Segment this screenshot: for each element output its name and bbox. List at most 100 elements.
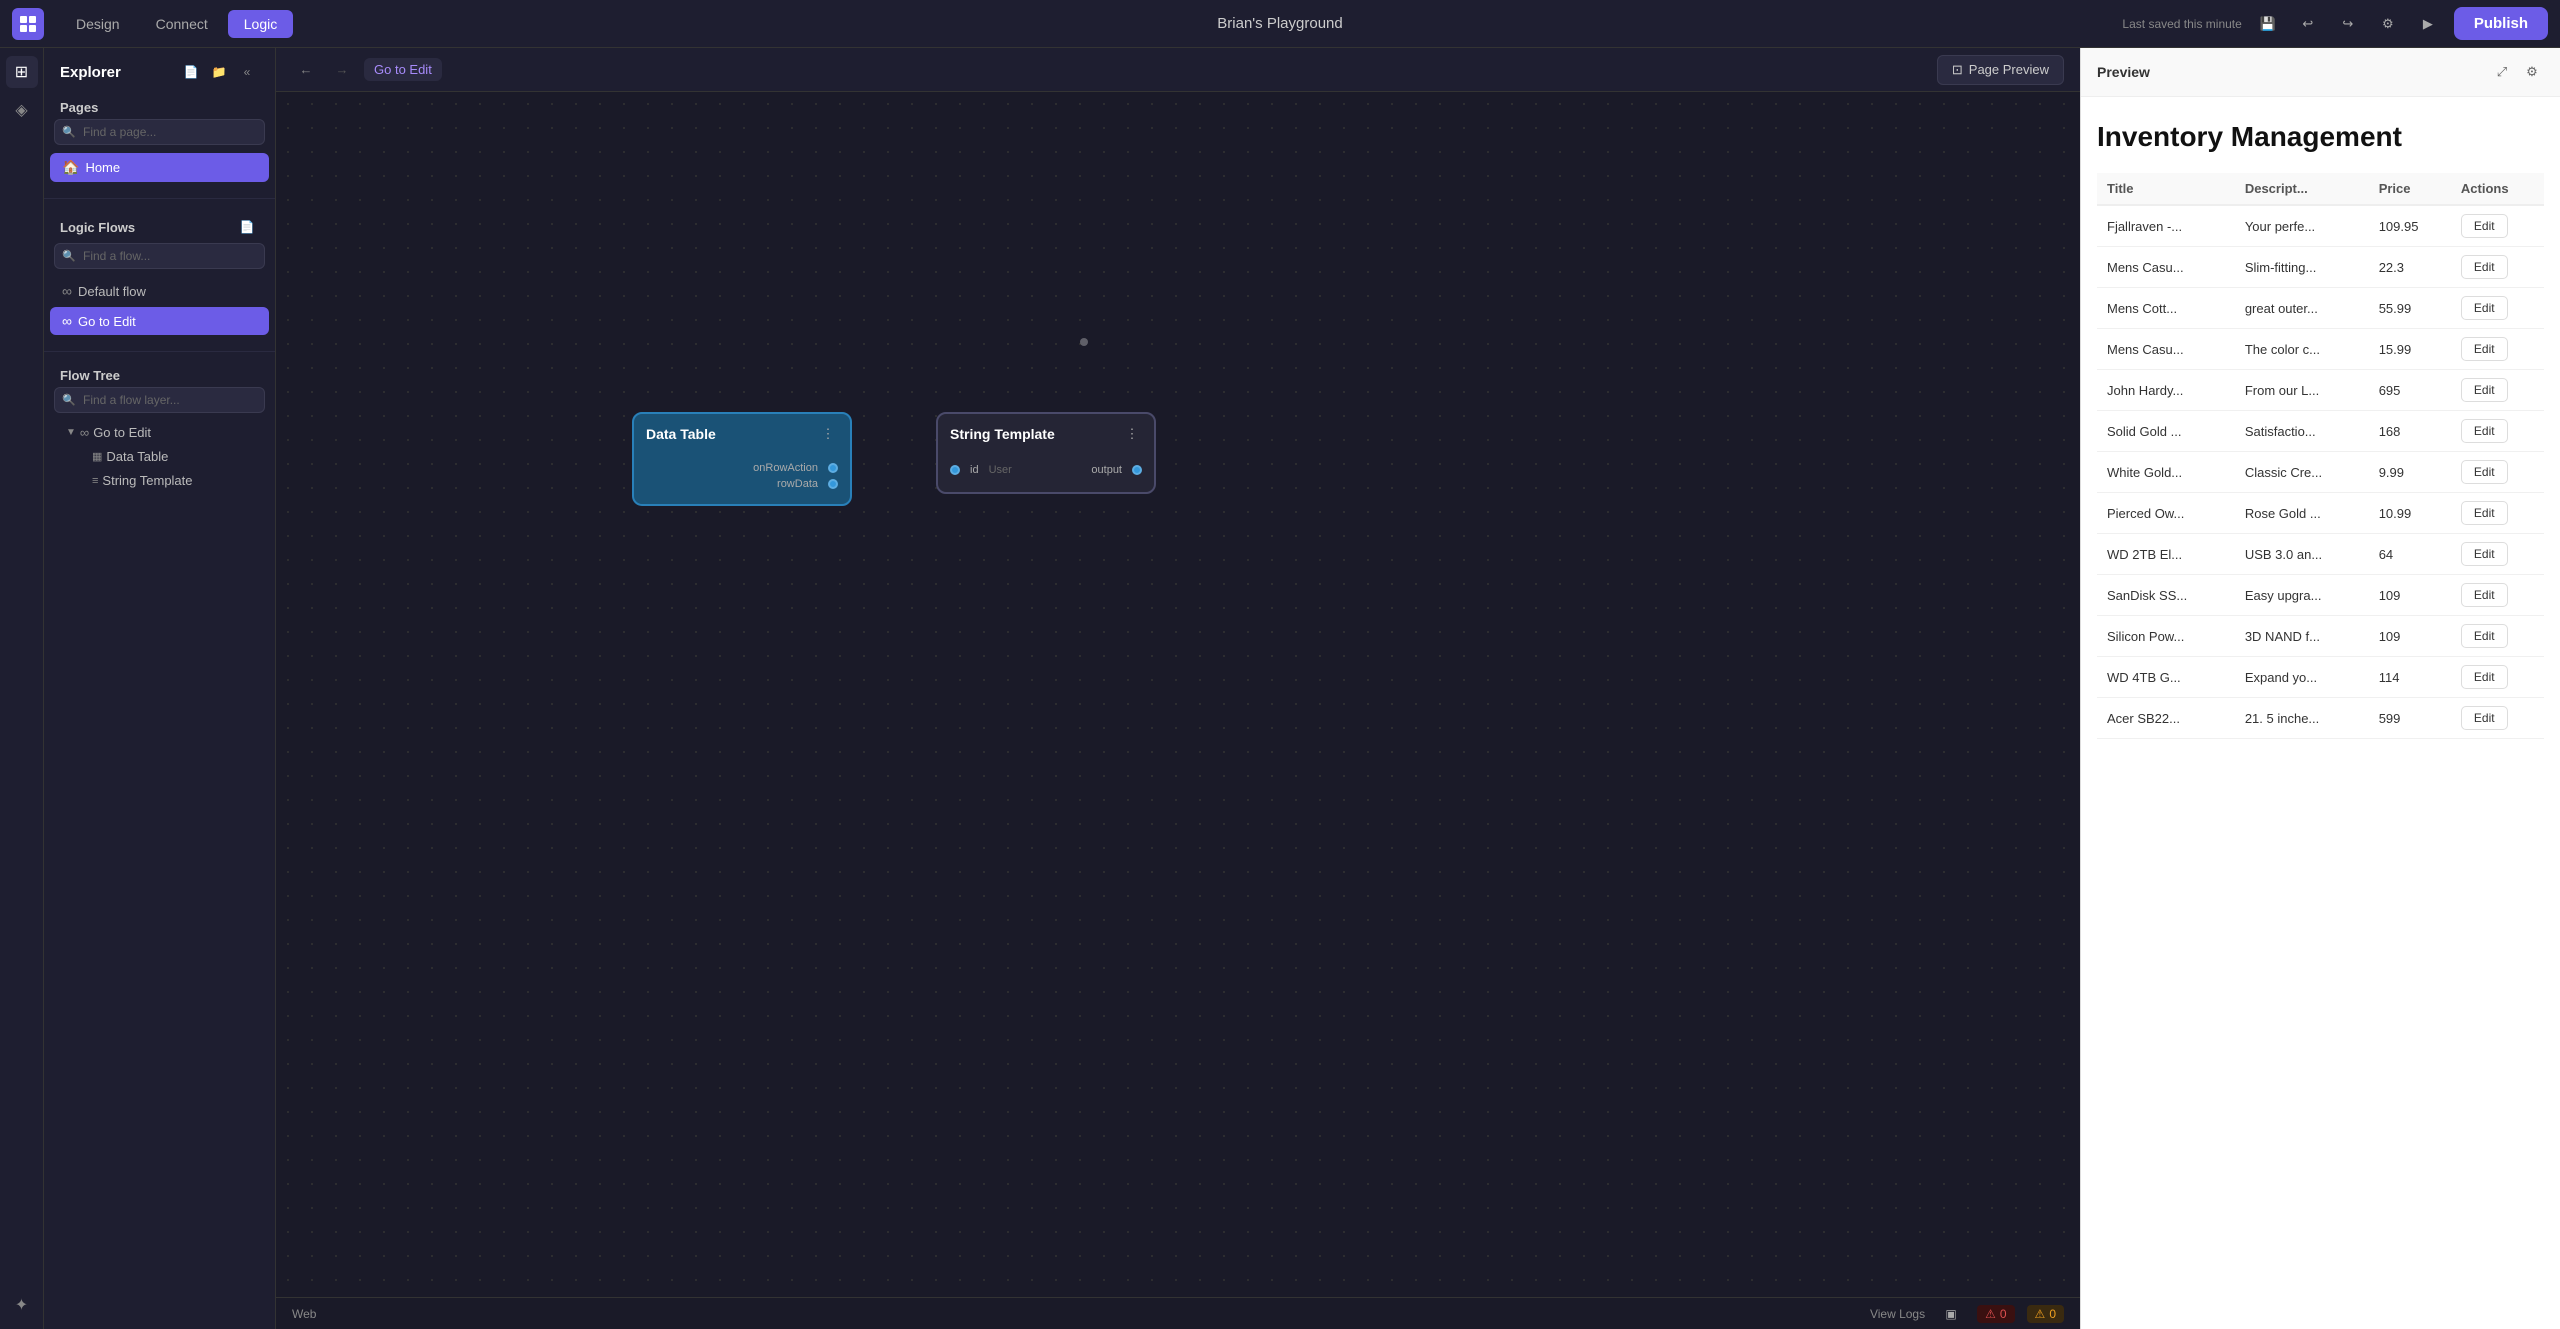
edit-button-6[interactable]: Edit xyxy=(2461,460,2508,484)
play-icon[interactable]: ▶ xyxy=(2414,10,2442,38)
logo xyxy=(12,8,44,40)
divider-1 xyxy=(44,198,275,199)
edit-button-10[interactable]: Edit xyxy=(2461,624,2508,648)
new-page-icon[interactable]: 📄 xyxy=(179,60,203,84)
table-row: Silicon Pow... 3D NAND f... 109 Edit xyxy=(2097,616,2544,657)
preview-panel: Preview ⤢ ⚙ Inventory Management Title D… xyxy=(2080,48,2560,1329)
canvas[interactable]: Data Table ⋮ onRowAction rowData xyxy=(276,92,2080,1297)
platform-label: Web xyxy=(292,1307,316,1321)
sidebar-item-label-default-flow: Default flow xyxy=(78,284,146,299)
page-preview-button[interactable]: ⊡ Page Preview xyxy=(1937,55,2064,85)
settings-icon[interactable]: ⚙ xyxy=(2374,10,2402,38)
pages-section-title: Pages xyxy=(60,100,98,115)
cell-desc-3: The color c... xyxy=(2235,329,2369,370)
sidebar-item-go-to-edit[interactable]: ∞ Go to Edit xyxy=(50,307,269,335)
flow-tree-header: Flow Tree xyxy=(44,360,275,387)
edit-button-1[interactable]: Edit xyxy=(2461,255,2508,279)
table-row: Solid Gold ... Satisfactio... 168 Edit xyxy=(2097,411,2544,452)
rowdata-dot xyxy=(828,479,838,489)
tab-connect[interactable]: Connect xyxy=(140,10,224,38)
pages-search-input[interactable] xyxy=(54,119,265,145)
cell-action-12: Edit xyxy=(2451,698,2544,739)
node-port-id: id User xyxy=(950,462,1012,478)
edit-button-12[interactable]: Edit xyxy=(2461,706,2508,730)
cell-price-12: 599 xyxy=(2369,698,2451,739)
edit-button-7[interactable]: Edit xyxy=(2461,501,2508,525)
status-bar-right: View Logs ▣ ⚠ 0 ⚠ 0 xyxy=(1870,1300,2064,1328)
save-info: Last saved this minute xyxy=(2122,17,2241,31)
id-label: id xyxy=(970,464,979,476)
cell-price-7: 10.99 xyxy=(2369,493,2451,534)
string-template-node-header: String Template ⋮ xyxy=(938,414,1154,452)
sidebar-item-home[interactable]: 🏠 Home xyxy=(50,153,269,182)
layers-icon[interactable]: ⊞ xyxy=(6,56,38,88)
new-flow-icon[interactable]: 📄 xyxy=(235,215,259,239)
cell-title-2: Mens Cott... xyxy=(2097,288,2235,329)
publish-button[interactable]: Publish xyxy=(2454,7,2548,40)
flows-search-input[interactable] xyxy=(54,243,265,269)
topbar-right: Last saved this minute 💾 ↩ ↪ ⚙ ▶ Publish xyxy=(2122,7,2548,40)
flow-tree-search-input[interactable] xyxy=(54,387,265,413)
cell-price-0: 109.95 xyxy=(2369,205,2451,247)
back-button[interactable]: ← xyxy=(292,56,320,84)
cell-action-2: Edit xyxy=(2451,288,2544,329)
error-badge: ⚠ 0 xyxy=(1977,1305,2014,1323)
edit-button-8[interactable]: Edit xyxy=(2461,542,2508,566)
data-table-node-header: Data Table ⋮ xyxy=(634,414,850,452)
flow-tree-title: Flow Tree xyxy=(60,368,120,383)
folder-icon[interactable]: 📁 xyxy=(207,60,231,84)
table-row: Fjallraven -... Your perfe... 109.95 Edi… xyxy=(2097,205,2544,247)
edit-button-0[interactable]: Edit xyxy=(2461,214,2508,238)
cell-desc-8: USB 3.0 an... xyxy=(2235,534,2369,575)
cell-title-4: John Hardy... xyxy=(2097,370,2235,411)
string-template-node-menu[interactable]: ⋮ xyxy=(1122,424,1142,444)
string-template-node[interactable]: String Template ⋮ id User output xyxy=(936,412,1156,494)
col-title: Title xyxy=(2097,173,2235,205)
preview-settings-icon[interactable]: ⚙ xyxy=(2520,60,2544,84)
sidebar-title: Explorer xyxy=(60,64,121,81)
rowdata-label: rowData xyxy=(777,478,818,490)
logs-toggle-icon[interactable]: ▣ xyxy=(1937,1300,1965,1328)
edit-button-11[interactable]: Edit xyxy=(2461,665,2508,689)
components-icon[interactable]: ◈ xyxy=(6,94,38,126)
flow-tree-data-table[interactable]: ▦ Data Table xyxy=(50,445,269,468)
edit-button-9[interactable]: Edit xyxy=(2461,583,2508,607)
breadcrumb[interactable]: Go to Edit xyxy=(364,58,442,81)
output-dot xyxy=(1132,465,1142,475)
cell-desc-0: Your perfe... xyxy=(2235,205,2369,247)
string-template-tree-label: String Template xyxy=(102,473,192,488)
undo-icon[interactable]: ↩ xyxy=(2294,10,2322,38)
redo-icon[interactable]: ↪ xyxy=(2334,10,2362,38)
settings-sidebar-icon[interactable]: ✦ xyxy=(6,1289,38,1321)
save-icon[interactable]: 💾 xyxy=(2254,10,2282,38)
app-title: Brian's Playground xyxy=(1217,15,1342,32)
sidebar-item-default-flow[interactable]: ∞ Default flow xyxy=(50,277,269,305)
edit-button-5[interactable]: Edit xyxy=(2461,419,2508,443)
edit-button-3[interactable]: Edit xyxy=(2461,337,2508,361)
collapse-icon[interactable]: « xyxy=(235,60,259,84)
cell-desc-11: Expand yo... xyxy=(2235,657,2369,698)
user-label: User xyxy=(989,464,1012,476)
edit-button-4[interactable]: Edit xyxy=(2461,378,2508,402)
cell-price-1: 22.3 xyxy=(2369,247,2451,288)
data-table-node-menu[interactable]: ⋮ xyxy=(818,424,838,444)
data-table-node[interactable]: Data Table ⋮ onRowAction rowData xyxy=(632,412,852,506)
view-logs-label[interactable]: View Logs xyxy=(1870,1307,1925,1321)
warn-icon: ⚠ xyxy=(2035,1307,2046,1321)
flow-tree-string-template[interactable]: ≡ String Template xyxy=(50,469,269,492)
edit-button-2[interactable]: Edit xyxy=(2461,296,2508,320)
cell-title-3: Mens Casu... xyxy=(2097,329,2235,370)
cell-title-9: SanDisk SS... xyxy=(2097,575,2235,616)
sidebar-header: Explorer 📄 📁 « xyxy=(44,48,275,92)
tab-logic[interactable]: Logic xyxy=(228,10,293,38)
cursor xyxy=(1080,338,1088,346)
table-row: White Gold... Classic Cre... 9.99 Edit xyxy=(2097,452,2544,493)
logic-flows-section: Logic Flows 📄 🔍 ∞ Default flow ∞ Go to E… xyxy=(44,207,275,343)
error-count: 0 xyxy=(2000,1307,2007,1321)
flow-tree-root[interactable]: ▼ ∞ Go to Edit xyxy=(50,421,269,444)
forward-button[interactable]: → xyxy=(328,56,356,84)
tab-design[interactable]: Design xyxy=(60,10,136,38)
cell-title-7: Pierced Ow... xyxy=(2097,493,2235,534)
cell-desc-10: 3D NAND f... xyxy=(2235,616,2369,657)
preview-expand-icon[interactable]: ⤢ xyxy=(2490,60,2514,84)
